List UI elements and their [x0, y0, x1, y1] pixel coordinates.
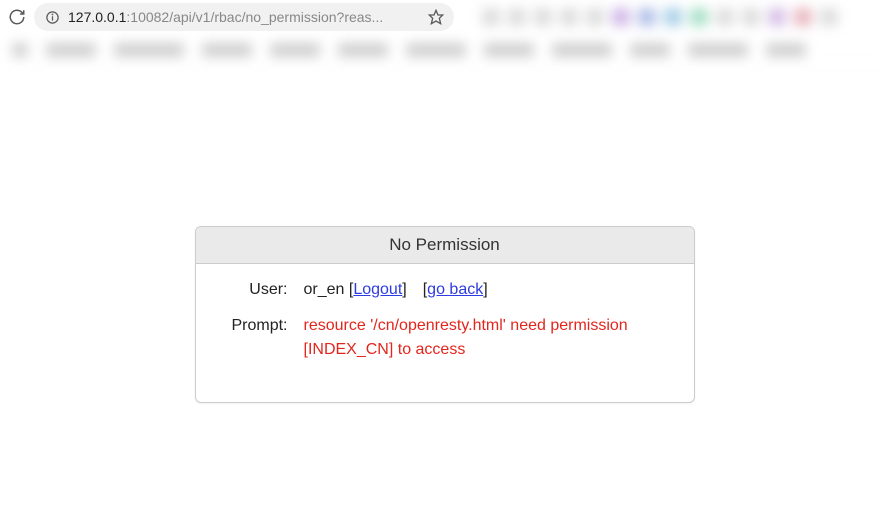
prompt-label: Prompt: [214, 314, 292, 362]
info-icon[interactable] [44, 9, 60, 25]
star-icon[interactable] [428, 9, 444, 25]
panel-body: User: or_en [Logout][go back] Prompt: re… [196, 264, 694, 402]
user-label: User: [214, 278, 292, 302]
reload-icon[interactable] [8, 8, 26, 26]
url-host-dim: :10082 [126, 9, 169, 25]
browser-chrome: 127.0.0.1:10082/api/v1/rbac/no_permissio… [0, 0, 889, 34]
bookmarks-bar [0, 34, 889, 66]
page-content: No Permission User: or_en [Logout][go ba… [0, 66, 889, 403]
no-permission-panel: No Permission User: or_en [Logout][go ba… [195, 226, 695, 403]
go-back-link[interactable]: go back [427, 281, 483, 298]
user-row: User: or_en [Logout][go back] [214, 278, 676, 302]
url-host-main: 127.0.0.1 [68, 9, 126, 25]
user-value: or_en [Logout][go back] [292, 278, 676, 302]
prompt-row: Prompt: resource '/cn/openresty.html' ne… [214, 314, 676, 362]
user-name: or_en [304, 281, 345, 298]
url-path: /api/v1/rbac/no_permission?reas... [169, 9, 383, 25]
url-text: 127.0.0.1:10082/api/v1/rbac/no_permissio… [68, 9, 416, 25]
address-bar[interactable]: 127.0.0.1:10082/api/v1/rbac/no_permissio… [34, 3, 454, 31]
prompt-value: resource '/cn/openresty.html' need permi… [292, 314, 676, 362]
panel-title: No Permission [196, 227, 694, 264]
blurred-extension-icons [462, 8, 838, 26]
logout-link[interactable]: Logout [353, 281, 402, 298]
